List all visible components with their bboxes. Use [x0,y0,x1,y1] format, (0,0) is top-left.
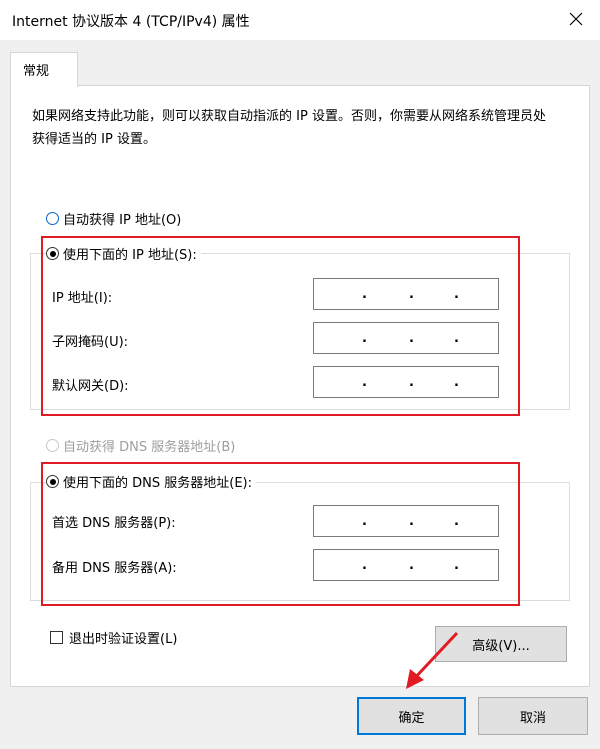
validate-settings-label: 退出时验证设置(L) [69,632,178,647]
ok-button[interactable]: 确定 [357,697,466,735]
close-icon [569,12,583,26]
radio-circle-disabled [46,439,59,452]
tab-general[interactable]: 常规 [10,52,78,87]
title-bar: Internet 协议版本 4 (TCP/IPv4) 属性 [0,0,600,40]
description-text: 如果网络支持此功能，则可以获取自动指派的 IP 设置。否则，你需要从网络系统管理… [32,109,546,147]
ip-highlight-box [41,236,520,416]
auto-dns-radio[interactable]: 自动获得 DNS 服务器地址(B) [46,436,235,455]
close-button[interactable] [560,4,592,34]
auto-dns-label: 自动获得 DNS 服务器地址(B) [63,440,236,455]
red-arrow-icon [406,631,459,689]
cancel-button[interactable]: 取消 [478,697,588,735]
dns-highlight-box [41,462,520,606]
tab-general-label: 常规 [23,64,50,79]
radio-circle [46,212,59,225]
auto-ip-radio[interactable]: 自动获得 IP 地址(O) [46,209,181,228]
validate-settings-checkbox[interactable]: 退出时验证设置(L) [50,628,177,647]
window-title: Internet 协议版本 4 (TCP/IPv4) 属性 [12,14,250,30]
checkbox-square [50,631,63,644]
auto-ip-label: 自动获得 IP 地址(O) [63,213,182,228]
